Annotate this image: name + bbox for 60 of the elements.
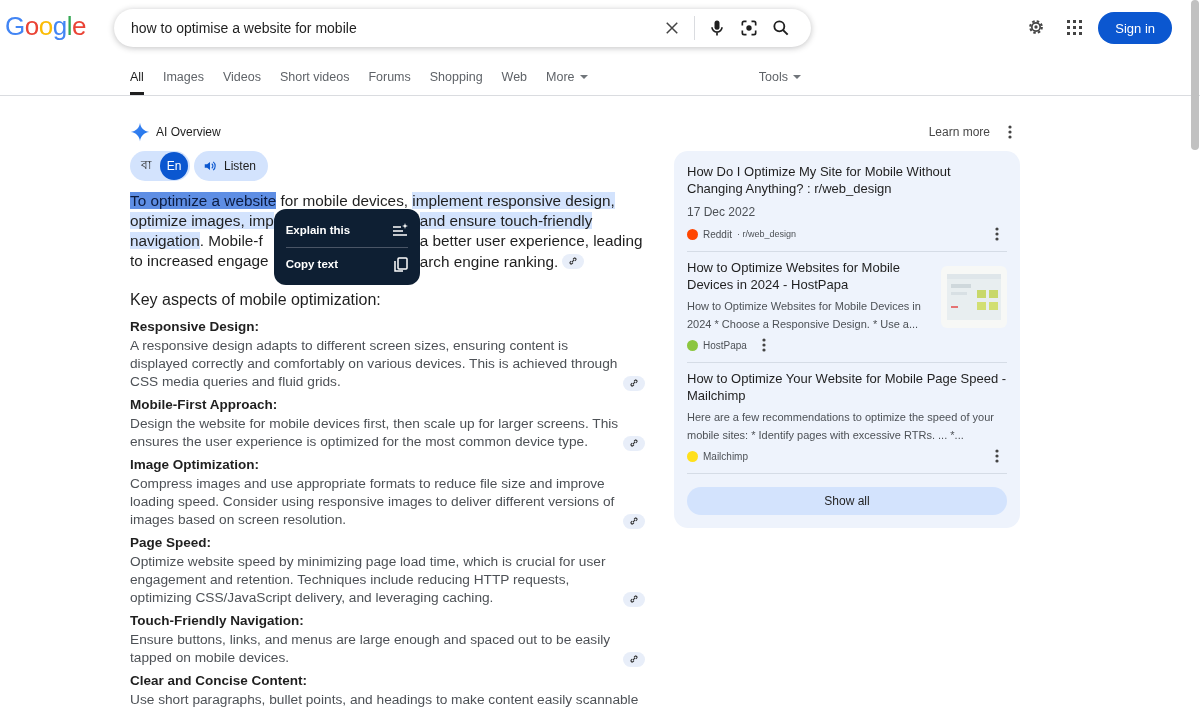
source-title[interactable]: How to Optimize Websites for Mobile Devices in 2024 - HostPapa [687,260,931,293]
sign-in-button[interactable]: Sign in [1098,12,1172,44]
source-snippet: How to Optimize Websites for Mobile Devices in 2024 * Choose a Responsive Design. * Use a... [687,299,922,332]
scrollbar-thumb[interactable] [1191,0,1199,150]
citation-link-icon[interactable] [623,651,645,667]
search-tab[interactable]: Videos [222,54,261,95]
google-logo[interactable]: Google [5,10,114,42]
overview-text-line: to increased engage [130,251,269,272]
source-path: · r/web_design [736,229,796,239]
source-title[interactable]: How Do I Optimize My Site for Mobile Without Changing Anything? : r/web_design [687,164,1007,197]
aspect-heading: Responsive Design: [130,318,260,334]
citation-link-icon[interactable] [623,435,645,451]
show-all-button[interactable]: Show all [687,487,1007,515]
listen-button[interactable]: Listen [194,151,269,181]
section-heading: Key aspects of mobile optimization: [130,290,381,309]
search-tab[interactable]: All [130,54,144,95]
source-name: HostPapa [703,339,747,351]
context-menu-item[interactable]: Explain this [285,212,408,247]
aspect-heading: Clear and Concise Content: [130,672,308,688]
citation-link-icon[interactable] [623,513,645,529]
search-field[interactable]: how to optimise a website for mobile [131,20,656,36]
citation-link-icon[interactable] [623,591,645,607]
overview-text-line: arch engine ranking. [419,251,559,272]
search-tab[interactable]: Web [501,54,528,95]
search-tab[interactable]: Images [162,54,204,95]
speaker-icon [203,159,217,173]
overview-text-line: navigation. Mobile-f [130,230,263,251]
source-title[interactable]: How to Optimize Your Website for Mobile Page Speed - Mailchimp [687,371,1007,404]
sparkle-icon [130,122,150,142]
ai-overview-title: AI Overview [156,125,221,139]
source-name: Mailchimp [703,450,748,462]
search-tab[interactable]: More [546,54,588,95]
aspect-description: A responsive design adapts to different screen sizes, ensuring content is displayed correctly and comfortably on various devices. This is achieved through CSS media queries and fluid grids. [130,336,619,391]
search-tab[interactable]: Short videos [279,54,350,95]
overview-text-line: To optimize a website for mobile devices, implement responsive design, [130,191,615,211]
aspect-description: Optimize website speed by minimizing page load time, which is crucial for user engagement and retention. Techniques include reducing HTTP requests, optimizing CSS/JavaScript delivery, and leveraging caching. [130,552,607,607]
citation-link-icon[interactable] [623,375,645,391]
aspect-description: Compress images and use appropriate formats to reduce file size and improve loading speed. Consider using responsive images to deliver different versions of images based on screen resolution. [130,474,616,529]
sparkle-list-icon [391,222,408,237]
language-option[interactable]: বা [132,152,160,180]
search-tab[interactable]: Forums [368,54,411,95]
context-menu-item[interactable]: Copy text [285,246,408,281]
copy-icon [393,256,408,272]
citation-link-icon[interactable] [562,253,585,269]
source-date: 17 Dec 2022 [687,205,757,219]
source-snippet: Here are a few recommendations to optimize the speed of your mobile sites: * Identify pages with excessive RTRs. ... *... [687,410,995,443]
aspect-description: Use short paragraphs, bullet points, and headings to make content easily scannable [130,690,639,709]
aspect-heading: Image Optimization: [130,456,259,472]
aspect-description: Design the website for mobile devices first, then scale up for larger screens. This ensures the user experience is optimized for the most common device type. [130,414,619,451]
aspect-description: Ensure buttons, links, and menus are large enough and spaced out to be easily tapped on mobile devices. [130,630,612,667]
learn-more-link[interactable]: Learn more [928,125,990,139]
aspect-heading: Touch-Friendly Navigation: [130,612,304,628]
tools-button[interactable]: Tools [758,54,801,95]
caret-icon [793,75,801,80]
aspect-heading: Mobile-First Approach: [130,396,278,412]
source-name: Reddit [703,228,732,240]
language-option[interactable]: En [160,152,188,180]
search-tab[interactable]: Shopping [429,54,483,95]
overview-text-line: a better user experience, leading [419,231,643,251]
aspect-heading: Page Speed: [130,534,212,550]
